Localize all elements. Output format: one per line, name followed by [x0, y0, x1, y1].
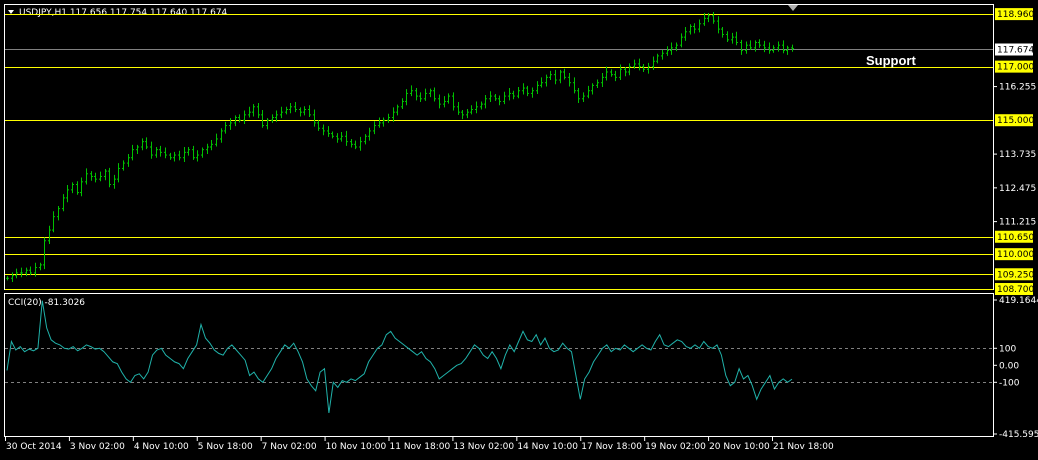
scroll-marker-triangle-down-icon[interactable] — [788, 5, 798, 11]
time-tick-label: 19 Nov 02:00 — [645, 442, 706, 452]
time-tick-label: 13 Nov 02:00 — [453, 442, 514, 452]
triangle-down-icon[interactable] — [8, 10, 14, 14]
time-tick-label: 4 Nov 10:00 — [134, 442, 189, 452]
time-tick-label: 11 Nov 18:00 — [390, 442, 451, 452]
time-tick-label: 10 Nov 10:00 — [326, 442, 387, 452]
price-panel-frame — [4, 4, 994, 290]
support-annotation: Support — [866, 53, 916, 68]
level-price-label: 110.650 — [997, 233, 1034, 243]
cci-line — [6, 300, 793, 413]
cci-tick-label: -100 — [999, 378, 1020, 388]
level-price-label: 109.250 — [997, 270, 1034, 280]
level-price-label: 118.960 — [997, 10, 1034, 20]
time-tick-label: 21 Nov 18:00 — [773, 442, 834, 452]
level-price-label: 108.700 — [997, 285, 1034, 295]
cci-tick-label: 100 — [999, 344, 1016, 354]
time-tick-label: 20 Nov 10:00 — [709, 442, 770, 452]
time-tick-label: 14 Nov 10:00 — [517, 442, 578, 452]
time-tick-label: 5 Nov 18:00 — [198, 442, 253, 452]
time-tick-label: 3 Nov 02:00 — [70, 442, 125, 452]
time-tick-label: 17 Nov 18:00 — [581, 442, 642, 452]
current-price-label: 117.674 — [997, 46, 1034, 56]
metatrader-chart-window[interactable]: USDJPY,H1 117.656 117.754 117.640 117.67… — [0, 0, 1038, 456]
cci-tick-label: -415.5955 — [999, 430, 1038, 440]
time-tick-label: 30 Oct 2014 — [6, 442, 62, 452]
price-tick-label: 111.215 — [999, 218, 1036, 228]
level-price-label: 117.000 — [997, 63, 1034, 73]
price-tick-label: 116.255 — [999, 83, 1036, 93]
price-tick-label: 113.735 — [999, 150, 1036, 160]
price-tick-label: 112.475 — [999, 184, 1036, 194]
time-tick-label: 7 Nov 02:00 — [262, 442, 317, 452]
cci-tick-label: 419.1644 — [999, 296, 1038, 306]
chart-canvas[interactable]: USDJPY,H1 117.656 117.754 117.640 117.67… — [0, 0, 1038, 456]
cci-tick-label: 0.00 — [999, 361, 1019, 371]
level-price-label: 110.000 — [997, 250, 1034, 260]
level-price-label: 115.000 — [997, 116, 1034, 126]
symbol-header: USDJPY,H1 117.656 117.754 117.640 117.67… — [19, 8, 228, 18]
cci-header: CCI(20) -81.3026 — [8, 298, 85, 308]
